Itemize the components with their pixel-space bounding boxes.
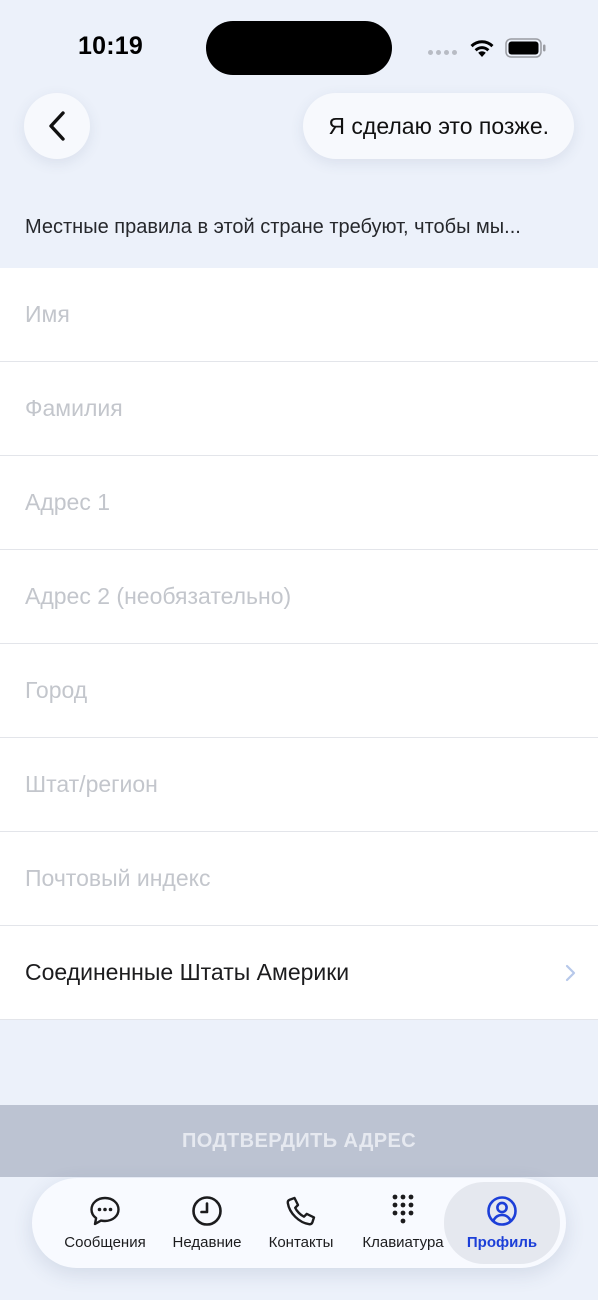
tab-bar: Сообщения Недавние Контакты Клавиатура П… — [32, 1178, 566, 1268]
tab-profile[interactable]: Профиль — [444, 1182, 560, 1264]
city-row — [0, 644, 598, 738]
status-bar: 10:19 — [0, 0, 598, 90]
back-button[interactable] — [24, 93, 90, 159]
tab-keypad[interactable]: Клавиатура — [354, 1178, 452, 1268]
tab-recents[interactable]: Недавние — [162, 1178, 252, 1268]
chevron-right-icon — [565, 964, 576, 981]
profile-icon — [487, 1196, 517, 1226]
address1-field[interactable] — [25, 489, 573, 516]
city-field[interactable] — [25, 677, 573, 704]
phone-icon — [286, 1196, 316, 1226]
zip-row — [0, 832, 598, 926]
wifi-icon — [470, 40, 494, 57]
first-name-field[interactable] — [25, 301, 573, 328]
regulation-notice-text: Местные правила в этой стране требуют, ч… — [25, 216, 521, 238]
dynamic-island — [206, 21, 392, 75]
address1-row — [0, 456, 598, 550]
confirm-address-button[interactable]: ПОДТВЕРДИТЬ АДРЕС — [0, 1105, 598, 1177]
country-value: Соединенные Штаты Америки — [25, 959, 350, 985]
status-time: 10:19 — [78, 32, 143, 60]
country-selector[interactable]: Соединенные Штаты Америки — [0, 926, 598, 1020]
address2-row — [0, 550, 598, 644]
last-name-field[interactable] — [25, 395, 573, 422]
address-form: Соединенные Штаты Америки — [0, 268, 598, 1020]
zip-field[interactable] — [25, 865, 573, 892]
tab-keypad-label: Клавиатура — [362, 1234, 444, 1251]
tab-recents-label: Недавние — [172, 1234, 242, 1251]
chevron-left-icon — [49, 111, 65, 141]
tab-contacts-label: Контакты — [268, 1234, 334, 1251]
clock-icon — [192, 1196, 222, 1226]
cellular-signal-icon — [428, 50, 457, 55]
tab-profile-label: Профиль — [466, 1234, 538, 1251]
tab-messages[interactable]: Сообщения — [58, 1178, 152, 1268]
keypad-icon — [392, 1194, 414, 1224]
address2-field[interactable] — [25, 583, 573, 610]
do-it-later-button[interactable]: Я сделаю это позже. — [303, 93, 574, 159]
state-field[interactable] — [25, 771, 573, 798]
battery-icon — [505, 38, 546, 58]
last-name-row — [0, 362, 598, 456]
message-bubble-icon — [90, 1196, 120, 1226]
first-name-row — [0, 268, 598, 362]
tab-messages-label: Сообщения — [64, 1234, 146, 1251]
state-row — [0, 738, 598, 832]
tab-contacts[interactable]: Контакты — [258, 1178, 344, 1268]
